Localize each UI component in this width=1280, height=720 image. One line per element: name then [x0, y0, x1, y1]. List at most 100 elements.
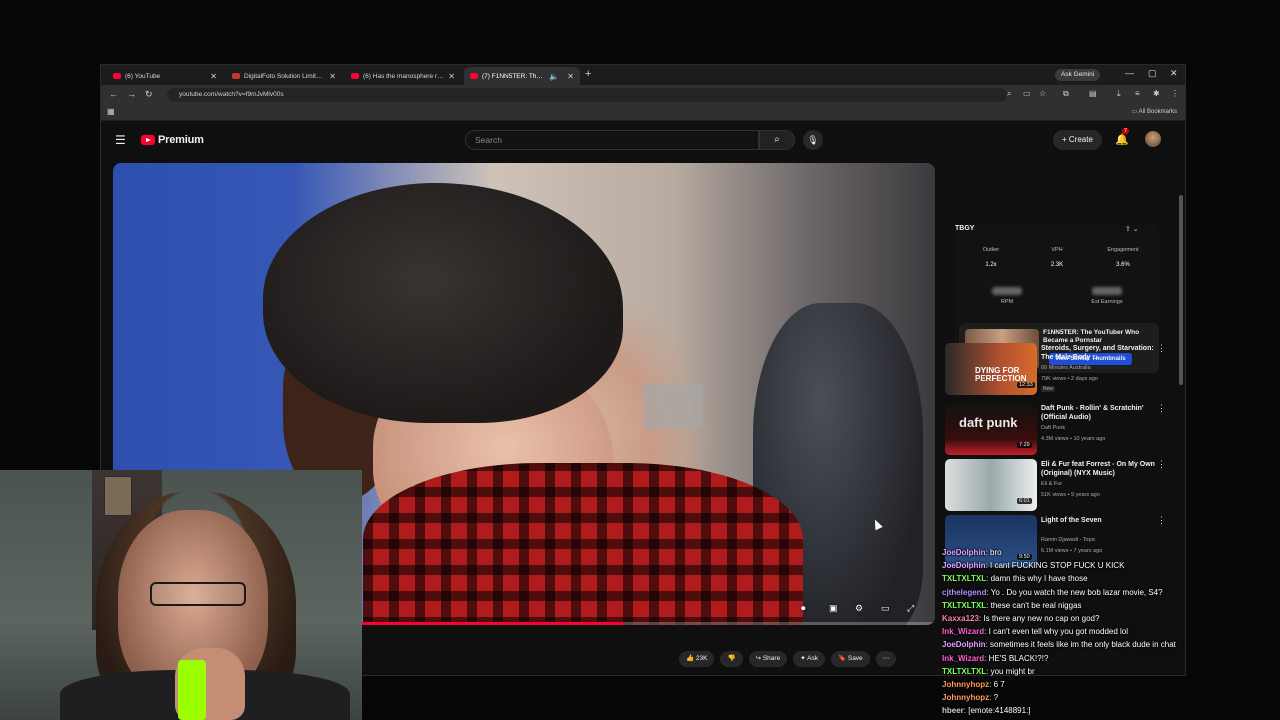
chat-text: 6 7	[993, 680, 1005, 690]
close-icon[interactable]: ✕	[448, 72, 455, 81]
new-badge: New	[1041, 386, 1056, 392]
chat-message: TXLTXLTXL: these can't be real niggas	[942, 600, 1082, 610]
more-options-icon[interactable]: ⋮	[1157, 403, 1166, 414]
tab-current-video[interactable]: (7) F1NN5TER: The YouTub 🔈 ✕	[464, 67, 580, 85]
video-title: Daft Punk - Rollin' & Scratchin' (Offici…	[1041, 405, 1144, 421]
share-button[interactable]: ↪ Share	[748, 651, 788, 667]
recommended-video[interactable]: 6:01 Eli & Fur feat Forrest - On My Own …	[945, 459, 1166, 513]
chat-username: Kaxxa123	[942, 614, 979, 624]
video-frame-beanie	[263, 183, 623, 423]
chat-username: hbeer	[942, 706, 964, 716]
youtube-logo[interactable]: Premium	[141, 134, 204, 146]
user-avatar[interactable]	[1145, 131, 1161, 147]
recommended-video[interactable]: daft punk 7:29 Daft Punk - Rollin' & Scr…	[945, 403, 1166, 457]
chat-message: TXLTXLTXL: damn this why I have those	[942, 574, 1088, 584]
tab-digitalfoto[interactable]: DigitalFoto Solution Limited Tr ✕	[226, 67, 342, 85]
chat-username: Ink_Wizard	[942, 627, 985, 637]
more-options-icon[interactable]: ⋮	[1157, 459, 1166, 470]
notification-count-badge: 7	[1122, 128, 1130, 134]
video-title: Steroids, Surgery, and Starvation: The M…	[1041, 345, 1154, 361]
chat-message: cjthelegend: Yo . Do you watch the new b…	[942, 587, 1163, 597]
zoom-icon[interactable]: ⌕	[1007, 89, 1011, 99]
close-icon[interactable]: ✕	[329, 72, 336, 81]
speaker-icon[interactable]: 🔈	[549, 72, 559, 81]
more-options-icon[interactable]: ⋮	[1157, 343, 1166, 354]
extensions-icon[interactable]: ⧉	[1063, 89, 1069, 99]
tab-youtube-home[interactable]: (6) YouTube ✕	[107, 67, 223, 85]
sidepanel-icon[interactable]: ▤	[1089, 89, 1097, 98]
miniplayer-icon[interactable]: ▭	[881, 603, 890, 614]
create-label: Create	[1068, 135, 1093, 144]
reload-icon[interactable]: ↻	[145, 89, 153, 100]
tab-manosphere[interactable]: (6) Has the manosphere ruined ✕	[345, 67, 461, 85]
autoplay-toggle-icon[interactable]: ⏺	[801, 603, 806, 614]
like-count: 23K	[695, 655, 708, 662]
chat-text: I cant FUCKING STOP FUCK U KICK	[990, 561, 1125, 571]
close-window-icon[interactable]: ✕	[1170, 68, 1178, 79]
create-button[interactable]: + Create	[1053, 130, 1102, 150]
stat-outlier: Outlier 1.2x	[959, 247, 1023, 268]
stat-est-earnings: Est Earnings	[1059, 287, 1155, 305]
chat-message: Ink_Wizard: HE'S BLACK!?!?	[942, 653, 1049, 663]
puzzle-icon[interactable]: ✱	[1153, 89, 1160, 98]
close-icon[interactable]: ✕	[210, 72, 217, 81]
tab-label: DigitalFoto Solution Limited Tr	[244, 72, 326, 80]
captions-icon[interactable]: ▣	[829, 603, 838, 614]
voice-search-button[interactable]: 🎙	[803, 130, 823, 150]
stat-label: Outlier	[982, 247, 1000, 253]
hamburger-menu-icon[interactable]: ☰	[115, 133, 126, 147]
chat-username: cjthelegend	[942, 587, 987, 597]
address-bar[interactable]: youtube.com/watch?v=f9mJvMlv00s	[167, 88, 1007, 102]
media-icon[interactable]: ≡	[1135, 89, 1140, 98]
chat-message: Johnnyhopz: ?	[942, 693, 999, 703]
chat-text: bro	[990, 548, 1002, 557]
video-actions: 👍 23K 👎 ↪ Share ✦ Ask 🔖 Save ⋯	[679, 651, 897, 667]
notifications-bell-icon[interactable]: 🔔	[1115, 133, 1129, 146]
download-icon[interactable]: ⤓	[1117, 89, 1121, 99]
chat-username: Johnnyhopz	[942, 680, 990, 690]
video-title: Eli & Fur feat Forrest - On My Own (Orig…	[1041, 461, 1155, 477]
chat-text: sometimes it feels like im the only blac…	[990, 640, 1176, 650]
all-bookmarks-button[interactable]: ▭ All Bookmarks	[1132, 108, 1177, 115]
search-button[interactable]: ⌕	[759, 130, 795, 150]
more-options-icon[interactable]: ⋮	[1157, 515, 1166, 526]
stat-label: Engagement	[1107, 247, 1139, 253]
dislike-button[interactable]: 👎	[720, 651, 743, 667]
page-scrollbar[interactable]	[1179, 195, 1183, 385]
save-button[interactable]: 🔖 Save	[830, 651, 870, 667]
export-icon[interactable]: ⇪ ⌄	[1125, 225, 1139, 233]
cast-icon[interactable]: ▭	[1023, 89, 1031, 98]
search-input[interactable]: Search	[465, 130, 759, 150]
video-meta: 4.3M views • 10 years ago	[1041, 436, 1106, 442]
tab-label: (6) YouTube	[125, 72, 161, 80]
chat-message: JoeDolphin: sometimes it feels like im t…	[942, 640, 1176, 650]
like-button[interactable]: 👍 23K	[679, 651, 715, 667]
recommended-video[interactable]: DYING FOR PERFECTION 12:33 Steroids, Sur…	[945, 343, 1166, 397]
fullscreen-icon[interactable]: ⤢	[907, 603, 914, 614]
chat-text: [emote:4148891:]	[968, 706, 1031, 716]
thumbnail-text: DYING FOR PERFECTION	[975, 366, 1027, 383]
bookmarks-bar: ▦ ▭ All Bookmarks	[101, 105, 1185, 121]
stat-value: 1.2x	[985, 262, 997, 268]
bookmark-star-icon[interactable]: ☆	[1039, 89, 1046, 98]
new-tab-button[interactable]: +	[585, 68, 591, 80]
chat-text: damn this why I have those	[990, 574, 1088, 584]
channel-name: Daft Punk	[1041, 425, 1066, 431]
ask-gemini-button[interactable]: Ask Gemini	[1055, 69, 1101, 81]
forward-icon[interactable]: →	[127, 89, 136, 99]
more-actions-button[interactable]: ⋯	[875, 651, 897, 667]
chat-text: Yo . Do you watch the new bob lazar movi…	[990, 587, 1163, 597]
kebab-menu-icon[interactable]: ⋮	[1171, 89, 1179, 98]
duration-badge: 12:33	[1017, 382, 1035, 388]
minimize-icon[interactable]: —	[1125, 68, 1134, 78]
close-icon[interactable]: ✕	[567, 72, 574, 81]
thumbs-down-icon: 👎	[727, 655, 736, 662]
chat-text: ?	[993, 693, 999, 703]
maximize-icon[interactable]: ▢	[1148, 68, 1157, 79]
settings-gear-icon[interactable]: ⚙	[855, 603, 863, 614]
ask-button[interactable]: ✦ Ask	[793, 651, 825, 667]
youtube-favicon-icon	[351, 73, 359, 79]
apps-grid-icon[interactable]: ▦	[107, 107, 115, 116]
back-icon[interactable]: ←	[109, 89, 118, 99]
video-meta: 79K views • 2 days ago	[1041, 376, 1098, 382]
